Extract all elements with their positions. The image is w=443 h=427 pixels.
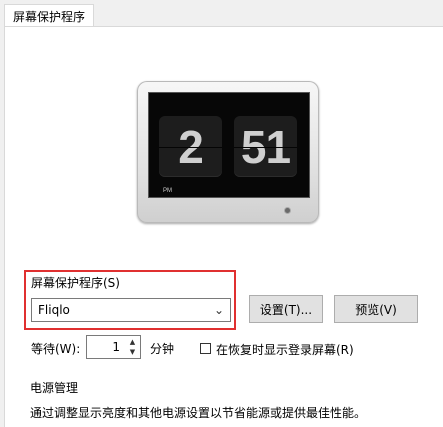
preview-screen: 2 51 PM	[148, 92, 310, 198]
chevron-down-icon: ⌄	[213, 303, 224, 317]
stepper-up-icon[interactable]: ▲	[126, 337, 139, 347]
minute-value: 51	[240, 120, 291, 173]
tab-screensaver[interactable]: 屏幕保护程序	[4, 4, 94, 27]
settings-button[interactable]: 设置(T)...	[249, 295, 323, 323]
screensaver-selected-value: Fliqlo	[38, 303, 70, 317]
preview-button[interactable]: 预览(V)	[334, 295, 418, 323]
preview-label: 预览(V)	[355, 302, 397, 317]
settings-label: 设置(T)...	[259, 302, 313, 317]
stepper-down-icon[interactable]: ▼	[126, 347, 139, 357]
wait-minutes-stepper[interactable]: 1 ▲ ▼	[86, 335, 141, 359]
monitor-preview: 2 51 PM	[137, 81, 319, 223]
minute-flip-card: 51	[234, 116, 297, 177]
tab-label: 屏幕保护程序	[12, 9, 85, 24]
hour-value: 2	[178, 120, 204, 173]
hour-flip-card: 2	[159, 116, 222, 177]
power-management-title: 电源管理	[30, 381, 79, 395]
wait-value[interactable]: 1	[112, 340, 120, 354]
screensaver-select[interactable]: Fliqlo ⌄	[31, 298, 231, 322]
resume-login-label[interactable]: 在恢复时显示登录屏幕(R)	[216, 341, 354, 358]
power-management-description: 通过调整显示亮度和其他电源设置以节省能源或提供最佳性能。	[30, 406, 367, 420]
minutes-label: 分钟	[150, 342, 175, 356]
screensaver-group-label: 屏幕保护程序(S)	[30, 274, 121, 291]
ampm-indicator: PM	[163, 188, 172, 194]
power-led-icon	[285, 208, 290, 213]
wait-label: 等待(W):	[31, 342, 81, 356]
resume-login-checkbox[interactable]	[200, 343, 211, 354]
